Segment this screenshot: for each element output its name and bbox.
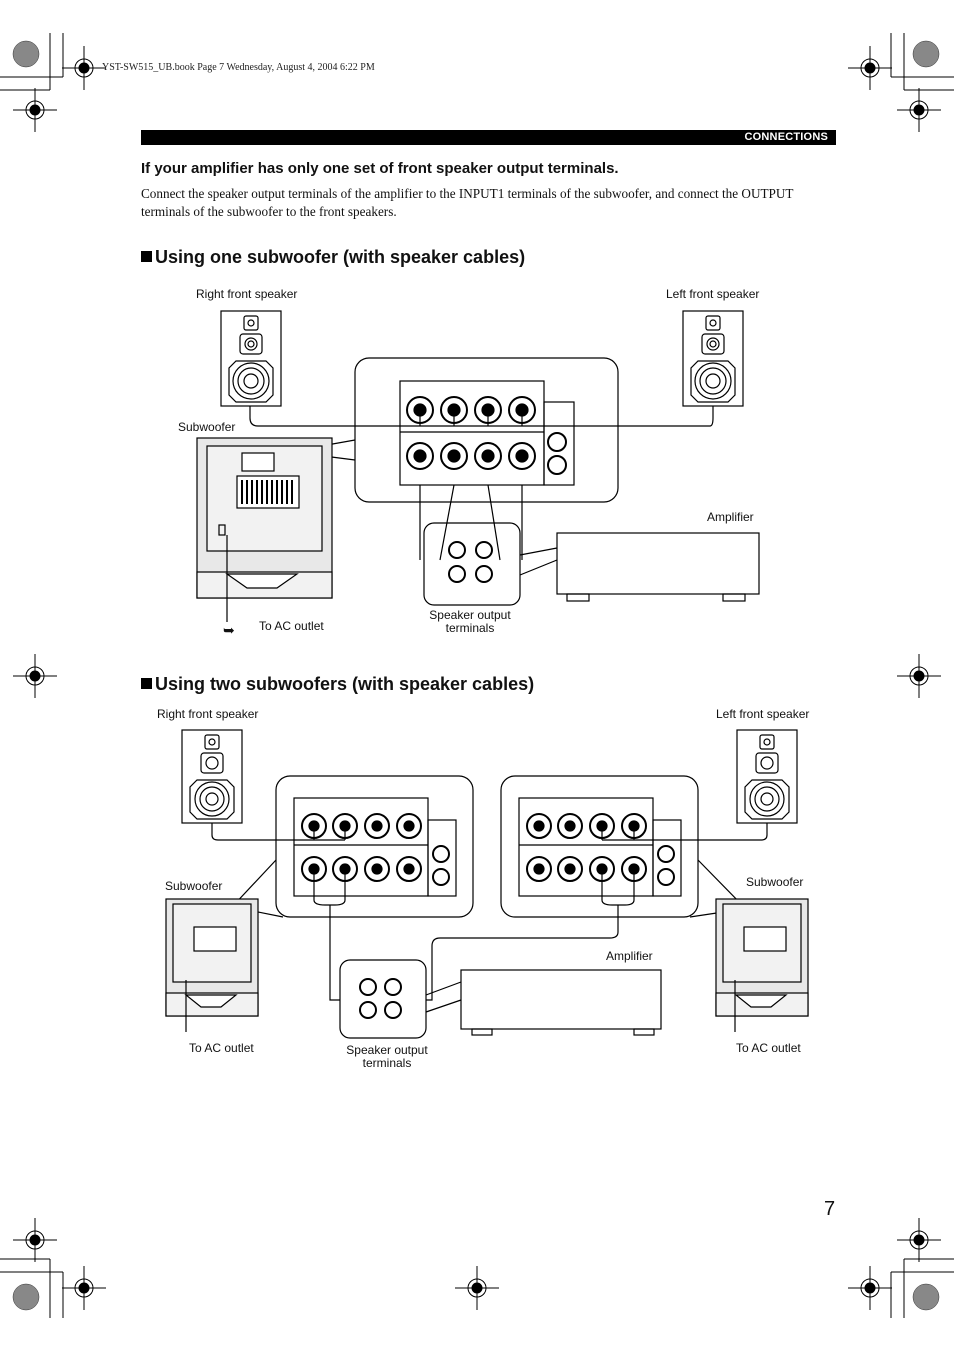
subwoofer-unit-right xyxy=(715,898,809,1017)
label-ac-outlet-left: To AC outlet xyxy=(189,1041,254,1055)
right-front-speaker xyxy=(181,729,243,824)
subwoofer-unit-left xyxy=(165,898,259,1017)
page-number: 7 xyxy=(824,1198,836,1220)
label-subwoofer-right: Subwoofer xyxy=(746,875,804,889)
label-right-front-speaker: Right front speaker xyxy=(157,707,259,721)
label-left-front-speaker: Left front speaker xyxy=(716,707,810,721)
label-ac-outlet-right: To AC outlet xyxy=(736,1041,801,1055)
label-speaker-output-terminals: Speaker output terminals xyxy=(346,1043,428,1070)
amplifier-box xyxy=(460,969,662,1030)
label-amplifier: Amplifier xyxy=(606,949,653,963)
diagram-two-subwoofers xyxy=(165,729,809,1039)
left-front-speaker xyxy=(736,729,798,824)
label-subwoofer-left: Subwoofer xyxy=(165,879,223,893)
